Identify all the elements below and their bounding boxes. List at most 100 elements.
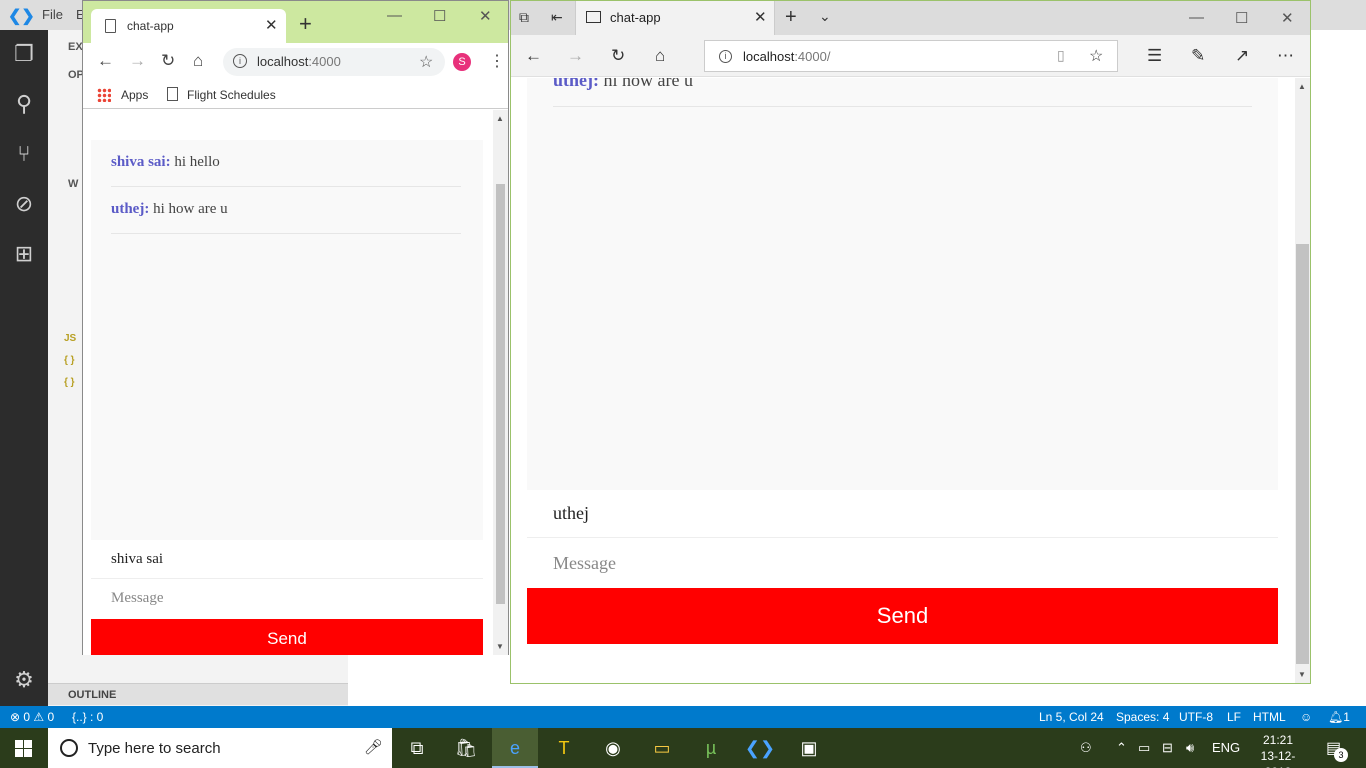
task-view-icon[interactable]: ⧉ xyxy=(394,728,440,768)
scroll-up-icon[interactable]: ▲ xyxy=(496,114,504,123)
close-window-icon[interactable]: ✕ xyxy=(479,7,492,25)
message-input[interactable] xyxy=(527,538,1278,588)
volume-icon[interactable]: 🔊︎ xyxy=(1186,740,1194,756)
maximize-icon[interactable]: ☐ xyxy=(433,7,446,25)
favorite-star-icon[interactable]: ☆ xyxy=(1089,46,1103,66)
reading-view-icon[interactable]: ▯ xyxy=(1057,47,1065,64)
close-tab-icon[interactable]: ✕ xyxy=(754,8,767,26)
microphone-icon[interactable]: 🎤︎ xyxy=(364,738,383,756)
taskbar-search[interactable]: Type here to search 🎤︎ xyxy=(48,728,392,768)
gear-icon[interactable]: ⚙ xyxy=(10,666,38,694)
indentation[interactable]: Spaces: 4 xyxy=(1116,710,1169,724)
scroll-thumb[interactable] xyxy=(1296,244,1309,664)
url-port: :4000 xyxy=(308,54,341,69)
extensions-icon[interactable]: ⊞ xyxy=(10,240,38,268)
chrome-tab[interactable]: chat-app ✕ xyxy=(91,9,286,43)
menu-file[interactable]: File xyxy=(42,7,63,22)
search-icon[interactable]: ⚲ xyxy=(10,90,38,118)
home-icon[interactable]: ⌂ xyxy=(655,46,665,66)
forward-icon[interactable]: → xyxy=(129,51,146,71)
scroll-thumb[interactable] xyxy=(496,184,505,604)
minimize-icon[interactable]: — xyxy=(387,7,402,24)
edge-tab[interactable]: chat-app ✕ xyxy=(575,1,775,35)
close-tab-icon[interactable]: ✕ xyxy=(265,16,278,34)
utorrent-icon[interactable]: µ xyxy=(688,728,734,768)
scrollbar[interactable]: ▲ ▼ xyxy=(493,110,508,655)
battery-icon[interactable]: ▭ xyxy=(1138,740,1150,756)
share-icon[interactable]: ↗ xyxy=(1235,46,1249,66)
info-icon[interactable]: i xyxy=(233,54,247,68)
profile-avatar[interactable]: S xyxy=(453,53,471,71)
file-explorer-icon[interactable]: ▭ xyxy=(639,728,685,768)
chevron-down-icon[interactable]: ⌄ xyxy=(819,8,831,25)
message-input[interactable] xyxy=(91,579,483,618)
bookmark-apps[interactable]: Apps xyxy=(121,88,148,102)
input-language[interactable]: ENG xyxy=(1212,740,1240,755)
explorer-icon[interactable]: ❐ xyxy=(10,40,38,68)
cursor-position[interactable]: Ln 5, Col 24 xyxy=(1039,710,1104,724)
close-window-icon[interactable]: ✕ xyxy=(1281,9,1294,27)
maximize-icon[interactable]: ☐ xyxy=(1235,9,1248,27)
terminal-app-icon[interactable]: ▣ xyxy=(786,728,832,768)
people-icon[interactable]: ⚇ xyxy=(1080,740,1092,756)
reload-icon[interactable]: ↻ xyxy=(161,51,175,71)
send-button[interactable]: Send xyxy=(527,588,1278,644)
tabs-aside-icon[interactable]: ⧉ xyxy=(519,9,529,26)
scroll-up-icon[interactable]: ▲ xyxy=(1298,82,1306,91)
new-tab-icon[interactable]: + xyxy=(785,6,797,29)
minimize-icon[interactable]: — xyxy=(1189,9,1204,26)
explorer-label: EX xyxy=(68,41,83,53)
source-control-icon[interactable]: ⑂ xyxy=(10,140,38,168)
outline-panel[interactable]: OUTLINE xyxy=(48,683,348,705)
message-list: shiva sai: hi hello uthej: hi how are u xyxy=(91,140,483,540)
encoding[interactable]: UTF-8 xyxy=(1179,710,1213,724)
name-input[interactable] xyxy=(91,540,483,579)
clock-time: 21:21 xyxy=(1262,733,1294,747)
name-input[interactable] xyxy=(527,490,1278,538)
clock[interactable]: 21:21 13-12-2018 xyxy=(1256,732,1300,768)
pen-icon[interactable]: ✎ xyxy=(1191,46,1205,66)
chrome-app-icon[interactable]: ◉ xyxy=(590,728,636,768)
vscode-app-icon[interactable]: ❮❯ xyxy=(737,728,783,768)
back-icon[interactable]: ← xyxy=(97,51,114,71)
bookmark-star-icon[interactable]: ☆ xyxy=(419,52,433,72)
scroll-down-icon[interactable]: ▼ xyxy=(1298,670,1306,679)
edge-app-icon[interactable]: e xyxy=(492,728,538,768)
tool-app-icon[interactable]: T xyxy=(541,728,587,768)
message-text: hi hello xyxy=(174,154,220,170)
kebab-menu-icon[interactable]: ⋮ xyxy=(489,51,505,71)
apps-grid-icon[interactable] xyxy=(97,88,111,102)
line-ending[interactable]: LF xyxy=(1227,710,1241,724)
message-item: uthej: hi how are u xyxy=(111,187,461,234)
bell-icon[interactable]: 🔔︎1 xyxy=(1328,710,1350,724)
more-icon[interactable]: ⋯ xyxy=(1277,46,1294,66)
chat-app: shiva sai: hi hello uthej: hi how are u … xyxy=(91,110,483,655)
bracket-status[interactable]: {..} : 0 xyxy=(72,710,103,724)
error-count[interactable]: ⊗ 0 ⚠ 0 xyxy=(10,710,54,724)
forward-icon[interactable]: → xyxy=(567,46,584,66)
chat-header xyxy=(91,110,483,140)
bookmark-flight-schedules[interactable]: Flight Schedules xyxy=(187,88,276,102)
new-tab-icon[interactable]: + xyxy=(299,13,312,35)
set-aside-icon[interactable]: ⇤ xyxy=(551,9,563,26)
smiley-icon[interactable]: ☺ xyxy=(1300,710,1312,724)
address-bar[interactable]: i localhost:4000 ☆ xyxy=(223,48,445,76)
scroll-down-icon[interactable]: ▼ xyxy=(496,642,504,651)
home-icon[interactable]: ⌂ xyxy=(193,51,203,71)
chevron-up-icon[interactable]: ⌃ xyxy=(1116,740,1127,756)
message-text: hi how are u xyxy=(603,78,693,90)
language-mode[interactable]: HTML xyxy=(1253,710,1286,724)
network-icon[interactable]: ⊟ xyxy=(1162,740,1173,756)
back-icon[interactable]: ← xyxy=(525,46,542,66)
send-button[interactable]: Send xyxy=(91,619,483,655)
workspace-label[interactable]: W xyxy=(68,178,78,190)
store-icon[interactable]: 🛍︎ xyxy=(443,728,489,768)
search-placeholder: Type here to search xyxy=(88,740,221,757)
scrollbar[interactable]: ▲ ▼ xyxy=(1295,78,1310,683)
info-icon[interactable]: i xyxy=(719,50,732,63)
favorites-icon[interactable]: ☰ xyxy=(1147,46,1162,66)
address-bar[interactable]: i localhost:4000/ ▯ ☆ xyxy=(704,40,1118,72)
reload-icon[interactable]: ↻ xyxy=(611,46,625,66)
start-button[interactable] xyxy=(0,728,48,768)
debug-icon[interactable]: ⊘ xyxy=(10,190,38,218)
